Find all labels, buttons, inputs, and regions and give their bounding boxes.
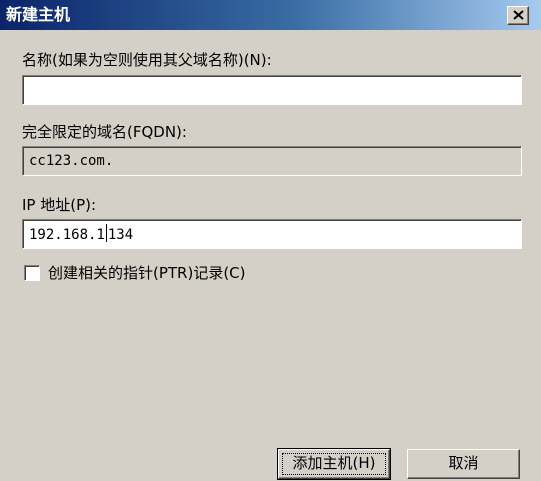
ip-address-input[interactable]: 192.168.1 134 — [22, 219, 522, 249]
add-host-button[interactable]: 添加主机(H) — [277, 448, 391, 480]
name-label: 名称(如果为空则使用其父域名称)(N): — [22, 51, 272, 69]
ip-value-before-caret: 192.168.1 — [29, 227, 105, 243]
fqdn-field: cc123.com. — [22, 146, 522, 176]
title-bar[interactable]: 新建主机 — [0, 0, 541, 30]
ptr-record-label[interactable]: 创建相关的指针(PTR)记录(C) — [48, 263, 246, 283]
close-icon — [513, 10, 524, 20]
ip-value-after-caret: 134 — [107, 227, 134, 243]
ptr-record-checkbox[interactable] — [24, 265, 40, 281]
cancel-button[interactable]: 取消 — [407, 449, 520, 479]
add-host-button-label: 添加主机(H) — [292, 454, 376, 472]
cancel-button-label: 取消 — [448, 454, 479, 472]
ip-address-label: IP 地址(P): — [22, 196, 97, 214]
window-title: 新建主机 — [6, 5, 71, 24]
name-input[interactable] — [22, 75, 522, 105]
fqdn-label: 完全限定的域名(FQDN): — [22, 123, 187, 141]
text-caret — [105, 224, 107, 242]
close-button[interactable] — [507, 6, 529, 25]
